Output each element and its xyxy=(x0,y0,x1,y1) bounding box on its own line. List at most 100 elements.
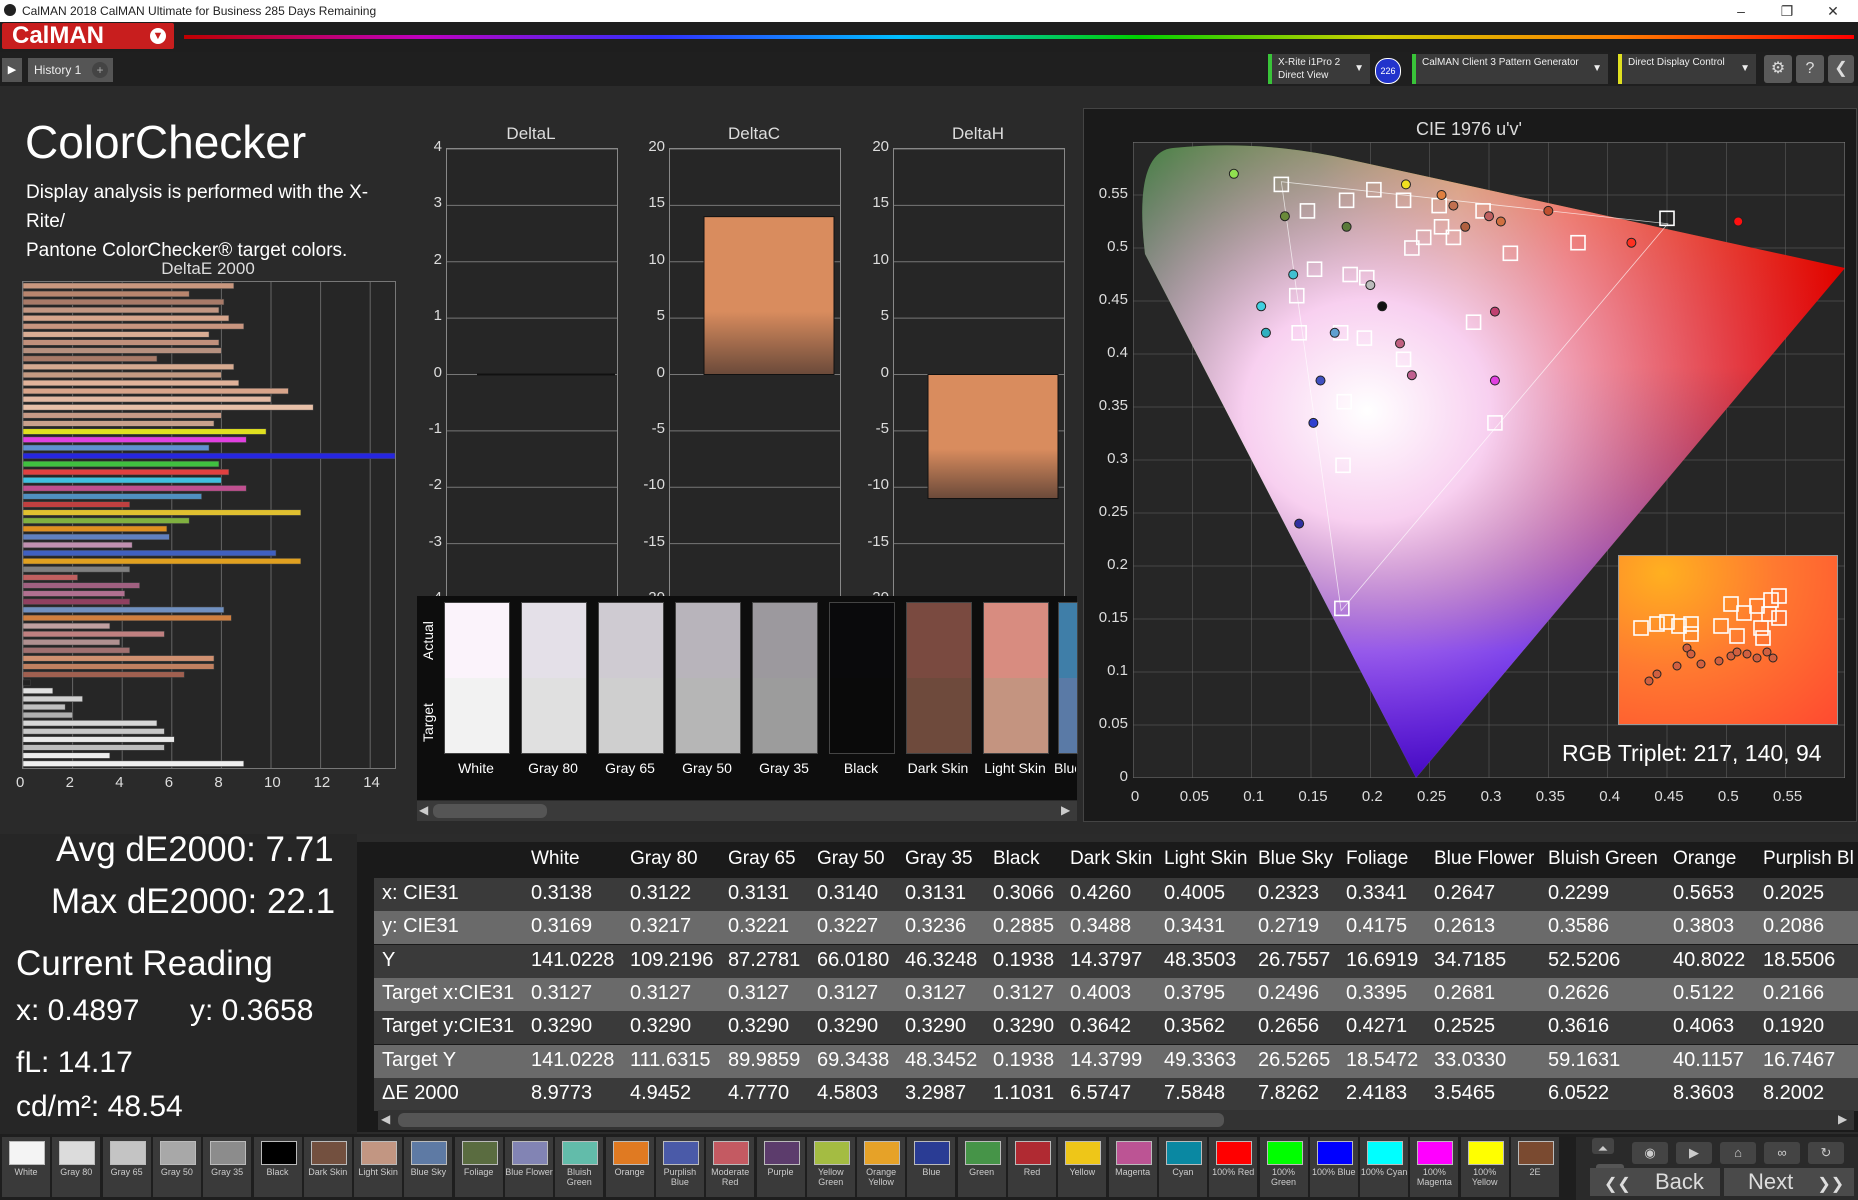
color-swatch[interactable] xyxy=(521,602,587,754)
meter-selector[interactable]: X-Rite i1Pro 2 Direct View ▼ xyxy=(1268,54,1370,84)
x-tick-label: 2 xyxy=(65,774,74,791)
color-swatch[interactable] xyxy=(906,602,972,754)
deltae-bar xyxy=(22,752,111,759)
next-button[interactable]: Next ❯❯ xyxy=(1724,1168,1854,1196)
measured-point xyxy=(1696,659,1706,669)
close-button[interactable]: ✕ xyxy=(1810,0,1856,22)
table-scrollbar[interactable]: ◀ ▶ xyxy=(378,1110,1854,1130)
bottom-swatch-button[interactable]: Gray 50 xyxy=(152,1137,201,1197)
lock-icon[interactable]: ⌂ xyxy=(1720,1142,1756,1164)
bottom-swatch-button[interactable]: Gray 65 xyxy=(102,1137,151,1197)
table-cell: 2.4183 xyxy=(1346,1081,1408,1104)
meter-badge: 226 xyxy=(1375,58,1401,84)
target-marker xyxy=(1736,605,1752,621)
collapse-icon[interactable]: ❮ xyxy=(1828,55,1854,83)
table-cell: 4.9452 xyxy=(630,1081,692,1104)
table-column-header: Light Skin xyxy=(1164,848,1248,869)
delta-chart-1 xyxy=(669,148,841,601)
bottom-swatch-button[interactable]: Gray 80 xyxy=(52,1137,101,1197)
minimize-button[interactable]: – xyxy=(1718,0,1764,22)
bottom-swatch-button[interactable]: Light Skin xyxy=(354,1137,403,1197)
bottom-swatch-label: Light Skin xyxy=(358,1167,398,1177)
deltae-bar xyxy=(22,639,120,646)
bottom-swatch-button[interactable]: 100% Blue xyxy=(1309,1137,1358,1197)
deltae-bar xyxy=(22,420,215,427)
settings-gear-icon[interactable]: ⚙ xyxy=(1764,55,1792,83)
bottom-swatch-button[interactable]: Green xyxy=(957,1137,1006,1197)
loop-icon[interactable]: ∞ xyxy=(1764,1142,1800,1164)
bottom-swatch-button[interactable]: Dark Skin xyxy=(303,1137,352,1197)
table-cell: 0.3341 xyxy=(1346,882,1408,904)
up-icon[interactable]: ⏶ xyxy=(1592,1138,1614,1156)
bottom-swatch-button[interactable]: Red xyxy=(1008,1137,1056,1197)
bottom-swatch-button[interactable]: 100% Magenta xyxy=(1410,1137,1459,1197)
bottom-swatch-button[interactable]: 100% Yellow xyxy=(1460,1137,1509,1197)
bottom-swatch-label: Blue Sky xyxy=(410,1167,447,1177)
refresh-icon[interactable]: ↻ xyxy=(1808,1142,1844,1164)
help-icon[interactable]: ? xyxy=(1796,55,1824,83)
bottom-swatch-button[interactable]: Magenta xyxy=(1108,1137,1157,1197)
bottom-swatch-button[interactable]: Bluish Green xyxy=(555,1137,604,1197)
table-cell: 0.2613 xyxy=(1434,915,1496,938)
bottom-swatch-label: Purple xyxy=(767,1167,794,1177)
table-cell: 0.2496 xyxy=(1258,981,1320,1004)
table-cell: 8.2002 xyxy=(1763,1081,1825,1104)
scroll-left-icon[interactable]: ◀ xyxy=(381,1112,390,1126)
pattern-generator-selector[interactable]: CalMAN Client 3 Pattern Generator ▼ xyxy=(1412,54,1608,84)
window-title: CalMAN 2018 CalMAN Ultimate for Business… xyxy=(22,4,377,18)
swatch-scrollbar[interactable]: ◀ ▶ xyxy=(417,801,1077,821)
bottom-swatch-button[interactable]: 100% Cyan xyxy=(1360,1137,1409,1197)
bottom-swatch-button[interactable]: Foliage xyxy=(454,1137,503,1197)
stop-measure-icon[interactable]: ◉ xyxy=(1632,1142,1668,1164)
bottom-swatch-button[interactable]: Yellow Green xyxy=(806,1137,855,1197)
play-measure-icon[interactable]: ▶ xyxy=(1676,1142,1712,1164)
table-cell: 0.3642 xyxy=(1070,1015,1132,1038)
display-control-selector[interactable]: Direct Display Control ▼ xyxy=(1618,54,1756,84)
measured-point xyxy=(1228,168,1239,179)
bottom-swatch-button[interactable]: Moderate Red xyxy=(706,1137,755,1197)
color-swatch[interactable] xyxy=(1058,602,1078,754)
swatch-scroll-thumb[interactable] xyxy=(433,804,547,818)
scroll-right-icon[interactable]: ▶ xyxy=(1061,803,1070,817)
table-row-label: Y xyxy=(382,948,396,971)
actual-axis-label: Actual xyxy=(420,621,436,660)
bottom-swatch-button[interactable]: Purplish Blue xyxy=(655,1137,704,1197)
bottom-swatch-button[interactable]: Blue xyxy=(907,1137,956,1197)
bottom-swatch-button[interactable]: 100% Green xyxy=(1259,1137,1308,1197)
bottom-swatch-button[interactable]: Blue Sky xyxy=(404,1137,453,1197)
color-swatch[interactable] xyxy=(675,602,741,754)
bottom-swatch-button[interactable]: Gray 35 xyxy=(203,1137,252,1197)
table-cell: 34.7185 xyxy=(1434,948,1507,971)
color-swatch[interactable] xyxy=(598,602,664,754)
y-tick-label: 20 xyxy=(648,138,665,155)
color-swatch[interactable] xyxy=(752,602,818,754)
table-scroll-thumb[interactable] xyxy=(398,1113,1224,1127)
bottom-swatch-button[interactable]: Yellow xyxy=(1058,1137,1107,1197)
y-tick-label: 10 xyxy=(872,250,889,268)
scroll-left-icon[interactable]: ◀ xyxy=(419,803,428,817)
table-cell: 141.0228 xyxy=(531,948,615,971)
add-tab-icon[interactable]: + xyxy=(92,62,108,78)
bottom-swatch-button[interactable]: Orange xyxy=(605,1137,654,1197)
deltae-bar xyxy=(22,760,244,767)
bottom-swatch-button[interactable]: Orange Yellow xyxy=(857,1137,906,1197)
measured-point xyxy=(1460,221,1471,232)
scroll-right-icon[interactable]: ▶ xyxy=(1838,1112,1847,1126)
color-swatch[interactable] xyxy=(829,602,895,754)
bottom-swatch-button[interactable]: Blue Flower xyxy=(505,1137,553,1197)
bottom-swatch-button[interactable]: 100% Red xyxy=(1209,1137,1258,1197)
target-axis-label: Target xyxy=(420,703,436,742)
color-swatch[interactable] xyxy=(983,602,1049,754)
bottom-swatch-button[interactable]: Cyan xyxy=(1158,1137,1207,1197)
play-icon[interactable]: ▶ xyxy=(2,58,22,82)
bottom-swatch-label: Bluish Green xyxy=(566,1167,592,1187)
target-marker xyxy=(1713,618,1729,634)
bottom-swatch-button[interactable]: 2E xyxy=(1511,1137,1559,1197)
color-swatch[interactable] xyxy=(444,602,510,754)
maximize-button[interactable]: ❐ xyxy=(1764,0,1810,22)
calman-logo-menu[interactable]: CalMAN ▼ xyxy=(2,23,174,49)
bottom-swatch-button[interactable]: White xyxy=(2,1137,50,1197)
back-button[interactable]: ❮❮ Back xyxy=(1590,1168,1720,1196)
bottom-swatch-button[interactable]: Black xyxy=(253,1137,302,1197)
bottom-swatch-button[interactable]: Purple xyxy=(756,1137,805,1197)
